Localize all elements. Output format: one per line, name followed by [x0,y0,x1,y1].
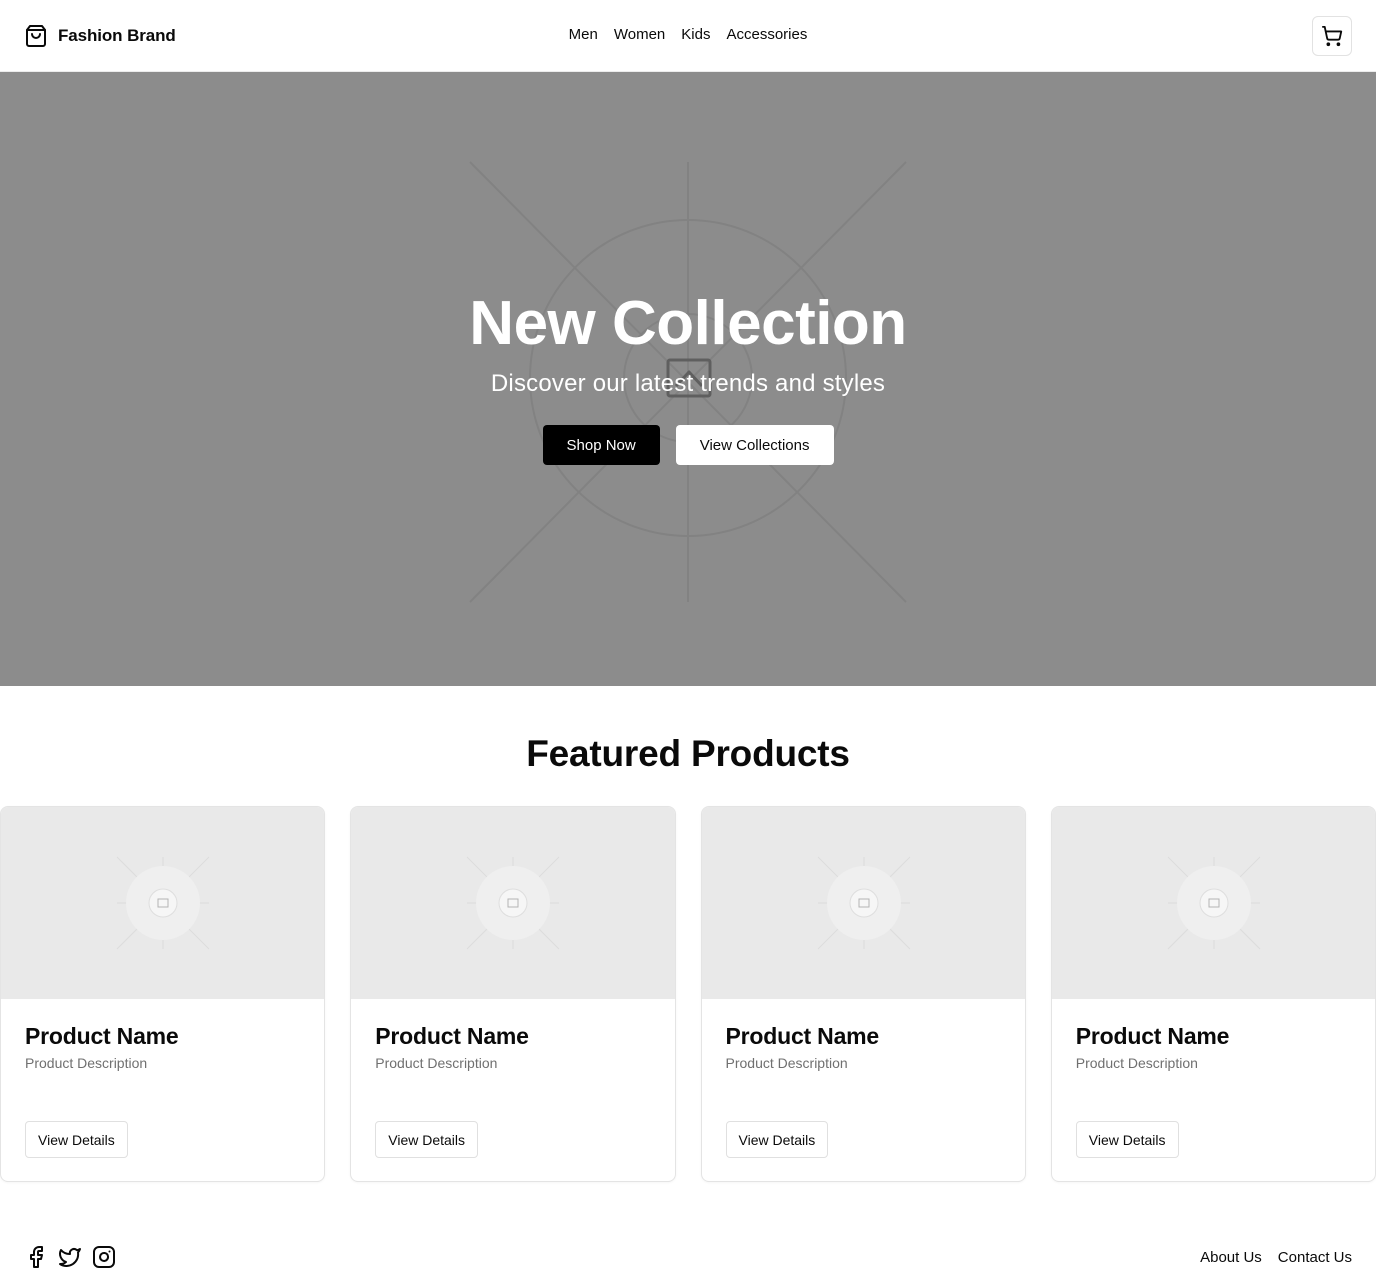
instagram-icon[interactable] [92,1245,116,1269]
featured-products-title: Featured Products [526,733,850,774]
nav-link-accessories[interactable]: Accessories [726,25,807,45]
footer-link-contact-us[interactable]: Contact Us [1278,1248,1352,1268]
product-image-placeholder [1051,807,1375,999]
view-details-button[interactable]: View Details [25,1121,128,1158]
view-details-button[interactable]: View Details [1075,1121,1179,1158]
product-name: Product Name [725,1023,880,1049]
product-name: Product Name [25,1023,179,1049]
hero-title: New Collection [469,289,907,358]
hero-buttons: Shop Now View Collections [0,425,1376,465]
product-grid: Product Name Product Description View De… [0,806,1376,1182]
hero-content: New Collection Discover our latest trend… [0,72,1376,686]
hero-section: New Collection Discover our latest trend… [0,72,1376,686]
product-image-placeholder [1,807,325,999]
twitter-icon[interactable] [58,1245,82,1269]
product-card: Product Name Product Description View De… [700,806,1026,1182]
product-name: Product Name [1075,1023,1230,1049]
footer-links: About Us Contact Us [1200,1248,1352,1268]
view-collections-button[interactable]: View Collections [675,425,834,465]
product-card: Product Name Product Description View De… [350,806,676,1182]
product-description: Product Description [1075,1055,1198,1071]
main-nav: Men Women Kids Accessories [0,25,1376,45]
footer-link-about-us[interactable]: About Us [1200,1248,1262,1268]
hero-subtitle: Discover our latest trends and styles [490,370,886,397]
product-card: Product Name Product Description View De… [0,806,326,1182]
product-card: Product Name Product Description View De… [1050,806,1376,1182]
view-details-button[interactable]: View Details [725,1121,829,1158]
product-description: Product Description [725,1055,848,1071]
product-description: Product Description [25,1055,148,1071]
product-name: Product Name [375,1023,529,1049]
facebook-icon[interactable] [24,1245,48,1269]
product-image-placeholder [701,807,1025,999]
view-details-button[interactable]: View Details [375,1121,479,1158]
social-links [24,1245,116,1269]
site-header: Fashion Brand Men Women Kids Accessories [0,0,1376,72]
nav-link-men[interactable]: Men [569,25,598,45]
product-image-placeholder [351,807,675,999]
product-description: Product Description [375,1055,498,1071]
cart-button[interactable] [1312,16,1352,56]
shopping-cart-icon [1321,25,1343,47]
nav-link-women[interactable]: Women [614,25,665,45]
shop-now-button[interactable]: Shop Now [542,425,660,465]
nav-link-kids[interactable]: Kids [681,25,710,45]
